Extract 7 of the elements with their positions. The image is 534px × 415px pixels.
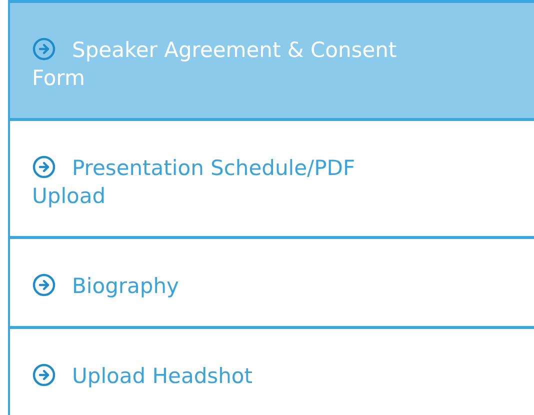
menu-item[interactable]: Speaker Agreement & Consent Form — [8, 3, 534, 121]
arrow-circle-icon — [32, 37, 56, 61]
arrow-circle-icon — [32, 363, 56, 387]
arrow-circle-icon — [32, 273, 56, 297]
menu-item[interactable]: Biography — [8, 239, 534, 329]
arrow-circle-icon — [32, 155, 56, 179]
menu-item[interactable]: Presentation Schedule/PDF Upload — [8, 121, 534, 239]
